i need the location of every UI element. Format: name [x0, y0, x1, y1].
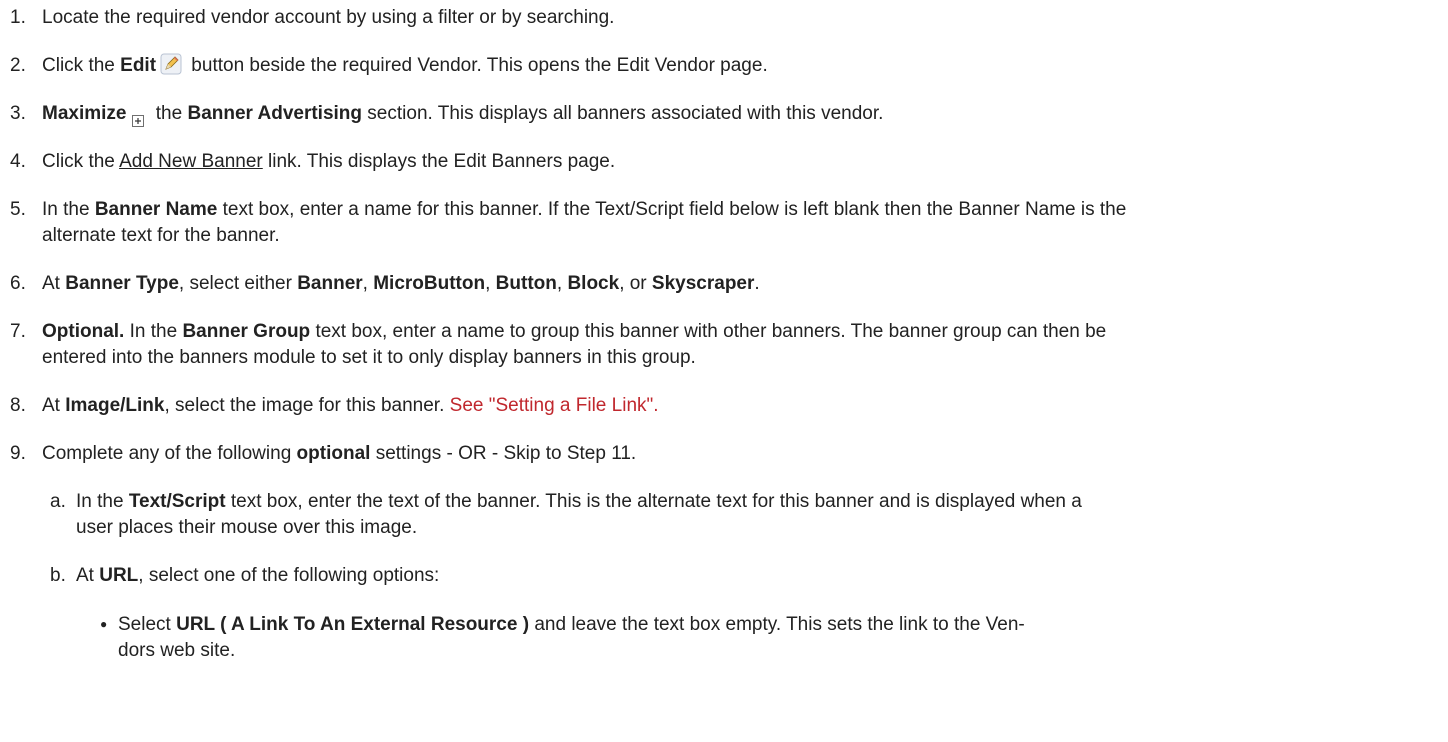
setting-file-link-link[interactable]: See "Setting a File Link".: [450, 395, 659, 416]
maximize-label: Maximize: [42, 103, 127, 124]
step-3: 3. Maximize the Banner Advertising sectio…: [10, 101, 1428, 127]
step-text-pre: At: [42, 395, 66, 416]
step-4: 4. Click the Add New Banner link. This di…: [10, 149, 1428, 175]
step-number: 9.: [10, 443, 26, 464]
step-text-post: button beside the required Vendor. This …: [186, 55, 768, 76]
step-text: , select either: [178, 273, 298, 294]
step-text-pre: Click the: [42, 55, 121, 76]
bullet-text-pre: Select: [118, 614, 177, 635]
substep-text-line2: user places their mouse over this image.: [76, 517, 418, 538]
step-1: 1. Locate the required vendor account by …: [10, 5, 1428, 31]
step-2: 2. Click the Edit button beside the requi…: [10, 53, 1428, 79]
option-block: Block: [567, 273, 620, 294]
optional-label: Optional.: [42, 321, 125, 342]
period: .: [754, 273, 760, 294]
bullet-text-line2: dors web site.: [118, 640, 236, 661]
step-text-post: text box, enter a name to group this ban…: [310, 321, 1107, 342]
step-text-line2: entered into the banners module to set i…: [42, 347, 696, 368]
separator: ,: [485, 273, 496, 294]
step-7: 7. Optional. In the Banner Group text box…: [10, 319, 1428, 371]
step-9: 9. Complete any of the following optional…: [10, 441, 1428, 467]
option-button: Button: [495, 273, 557, 294]
document-page: 1. Locate the required vendor account by …: [0, 0, 1448, 742]
substep-a: a. In the Text/Script text box, enter the…: [50, 489, 1428, 541]
step-number: 8.: [10, 395, 26, 416]
step-number: 5.: [10, 199, 26, 220]
step-text-pre: In the: [42, 199, 95, 220]
step-text-post: , select the image for this banner.: [164, 395, 450, 416]
step-5: 5. In the Banner Name text box, enter a n…: [10, 197, 1428, 249]
step-text: Locate the required vendor account by us…: [42, 7, 615, 28]
substep-text-post: text box, enter the text of the banner. …: [225, 491, 1082, 512]
bullet-item: ● Select URL ( A Link To An External Reso…: [100, 611, 1418, 664]
substep-letter: a.: [50, 491, 66, 512]
step-text-post: settings - OR - Skip to Step 11.: [370, 443, 637, 464]
step-text-post: text box, enter a name for this banner. …: [217, 199, 1127, 220]
separator: ,: [362, 273, 374, 294]
substep-text-pre: At: [76, 565, 100, 586]
step-8: 8. At Image/Link, select the image for th…: [10, 393, 1428, 419]
step-6: 6. At Banner Type, select either Banner , …: [10, 271, 1428, 297]
substep-letter: b.: [50, 565, 66, 586]
step-text-post: link. This displays the Edit Banners pag…: [262, 151, 616, 172]
step-number: 3.: [10, 103, 26, 124]
optional-word: optional: [296, 443, 371, 464]
step-text-line2: alternate text for the banner.: [42, 225, 280, 246]
field-name: Text/Script: [128, 491, 226, 512]
step-number: 1.: [10, 7, 26, 28]
option-microbutton: MicroButton: [373, 273, 486, 294]
field-name: Image/Link: [65, 395, 165, 416]
separator: ,: [556, 273, 568, 294]
substep-text-post: , select one of the following options:: [138, 565, 440, 586]
step-text-pre: Click the: [42, 151, 120, 172]
option-skyscraper: Skyscraper: [651, 273, 755, 294]
option-banner: Banner: [297, 273, 363, 294]
step-text-pre: Complete any of the following: [42, 443, 297, 464]
pencil-edit-icon: [160, 53, 182, 75]
bullet-text-post: and leave the text box empty. This sets …: [529, 614, 1025, 635]
substep-b: b. At URL, select one of the following op…: [50, 563, 1428, 589]
option-name: URL ( A Link To An External Resource ): [176, 614, 530, 635]
step-number: 6.: [10, 273, 26, 294]
step-number: 4.: [10, 151, 26, 172]
step-number: 7.: [10, 321, 26, 342]
separator: , or: [619, 273, 652, 294]
substep-text-pre: In the: [76, 491, 129, 512]
bullet-dot: ●: [100, 617, 108, 631]
field-name: URL: [99, 565, 139, 586]
edit-label: Edit: [120, 55, 157, 76]
field-name: Banner Type: [65, 273, 179, 294]
add-new-banner-link[interactable]: Add New Banner: [119, 151, 263, 172]
step-text-pre: At: [42, 273, 66, 294]
step-number: 2.: [10, 55, 26, 76]
step-text-mid: the: [150, 103, 188, 124]
step-text-mid: In the: [124, 321, 183, 342]
plus-box-icon: [132, 109, 145, 127]
field-name: Banner Group: [182, 321, 311, 342]
field-name: Banner Name: [94, 199, 218, 220]
step-text-post: section. This displays all banners assoc…: [362, 103, 884, 124]
section-name: Banner Advertising: [187, 103, 363, 124]
